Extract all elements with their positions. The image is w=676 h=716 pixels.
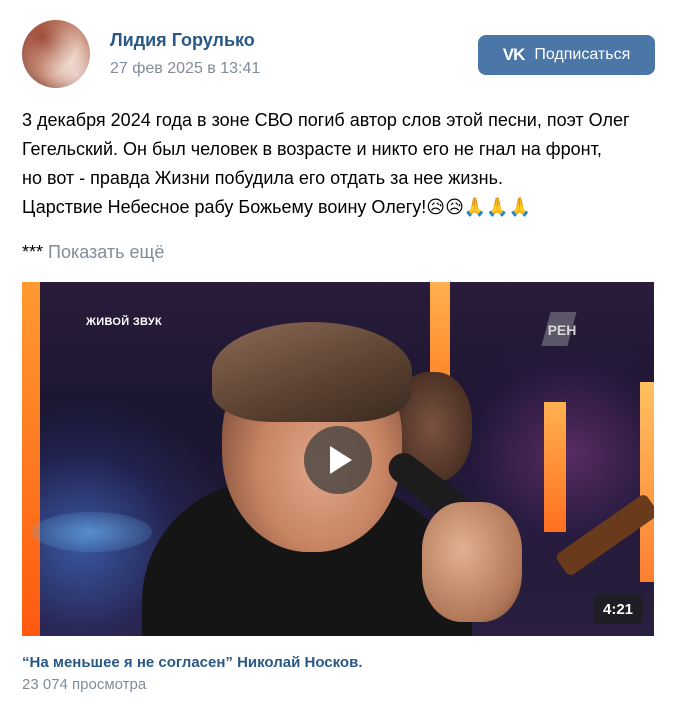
vk-logo-icon: VK [502,45,526,64]
post-text-line: Гегельский. Он был человек в возрасте и … [22,139,602,159]
more-prefix: *** [22,242,44,262]
video-title-link[interactable]: “На меньшее я не согласен” Николай Носко… [22,654,362,671]
play-button[interactable] [304,426,372,494]
stage-light-bar [22,282,40,636]
live-sound-label: ЖИВОЙ ЗВУК [86,316,163,328]
channel-logo-icon: РЕН [541,310,582,350]
show-more-link[interactable]: Показать ещё [48,242,164,262]
avatar-image [22,20,90,88]
post-date[interactable]: 27 фев 2025 в 13:41 [110,60,260,78]
stage-light-bar [640,382,654,582]
post-text-line: но вот - правда Жизни побудила его отдат… [22,168,503,188]
drum-cymbal [32,512,152,552]
post-text-line: 3 декабря 2024 года в зоне СВО погиб авт… [22,110,630,130]
play-icon [330,446,352,474]
subscribe-label: Подписаться [534,46,631,63]
video-player[interactable]: ЖИВОЙ ЗВУК РЕН 4:21 [22,282,654,636]
video-duration: 4:21 [593,594,643,624]
stage-light-bar [544,402,566,532]
singer-hair [212,322,412,422]
post-card: Лидия Горулько 27 фев 2025 в 13:41 VK По… [0,0,676,716]
singer-hand [422,502,522,622]
author-avatar[interactable] [22,20,90,88]
video-views: 23 074 просмотра [22,676,147,693]
show-more-row: *** Показать ещё [22,242,164,263]
subscribe-button[interactable]: VK Подписаться [478,35,655,75]
author-name[interactable]: Лидия Горулько [110,30,255,51]
channel-logo-text: РЕН [547,322,577,338]
post-text-line: Царствие Небесное рабу Божьему воину Оле… [22,197,532,217]
post-text: 3 декабря 2024 года в зоне СВО погиб авт… [22,106,662,222]
